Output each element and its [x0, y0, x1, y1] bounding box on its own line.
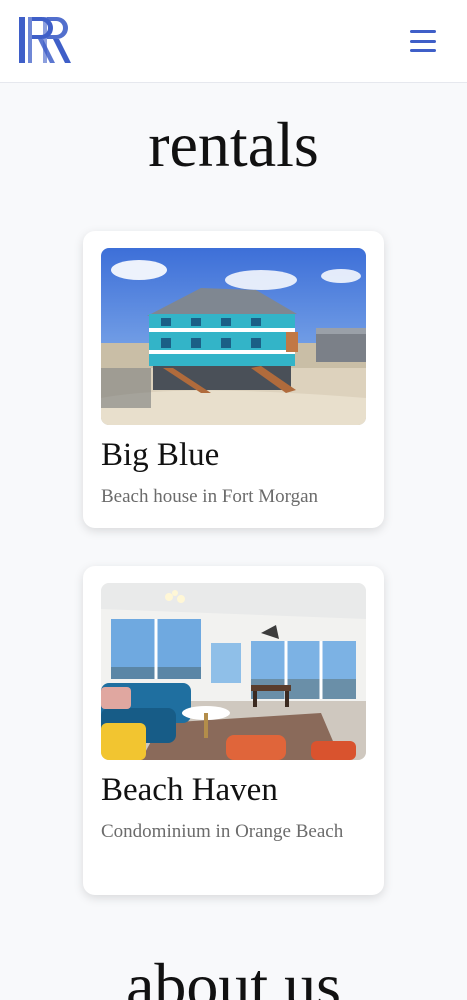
- logo-icon[interactable]: [16, 14, 76, 66]
- rental-subtitle: Condominium in Orange Beach: [101, 821, 344, 842]
- menu-bar: [410, 39, 436, 43]
- rental-card-big-blue[interactable]: Big Blue Beach house in Fort Morgan: [83, 231, 384, 528]
- rental-title: Big Blue: [101, 437, 220, 473]
- rental-subtitle: Beach house in Fort Morgan: [101, 486, 319, 507]
- site-header: [0, 0, 467, 83]
- menu-button[interactable]: [406, 26, 440, 56]
- rentals-heading: rentals: [148, 109, 319, 180]
- about-us-heading: about us: [125, 950, 342, 1000]
- menu-bar: [410, 30, 436, 33]
- beach-house-photo[interactable]: [101, 248, 366, 425]
- rental-title: Beach Haven: [101, 772, 278, 808]
- condo-living-room-photo[interactable]: [101, 583, 366, 760]
- rental-card-beach-haven[interactable]: Beach Haven Condominium in Orange Beach: [83, 566, 384, 895]
- menu-bar: [410, 49, 436, 52]
